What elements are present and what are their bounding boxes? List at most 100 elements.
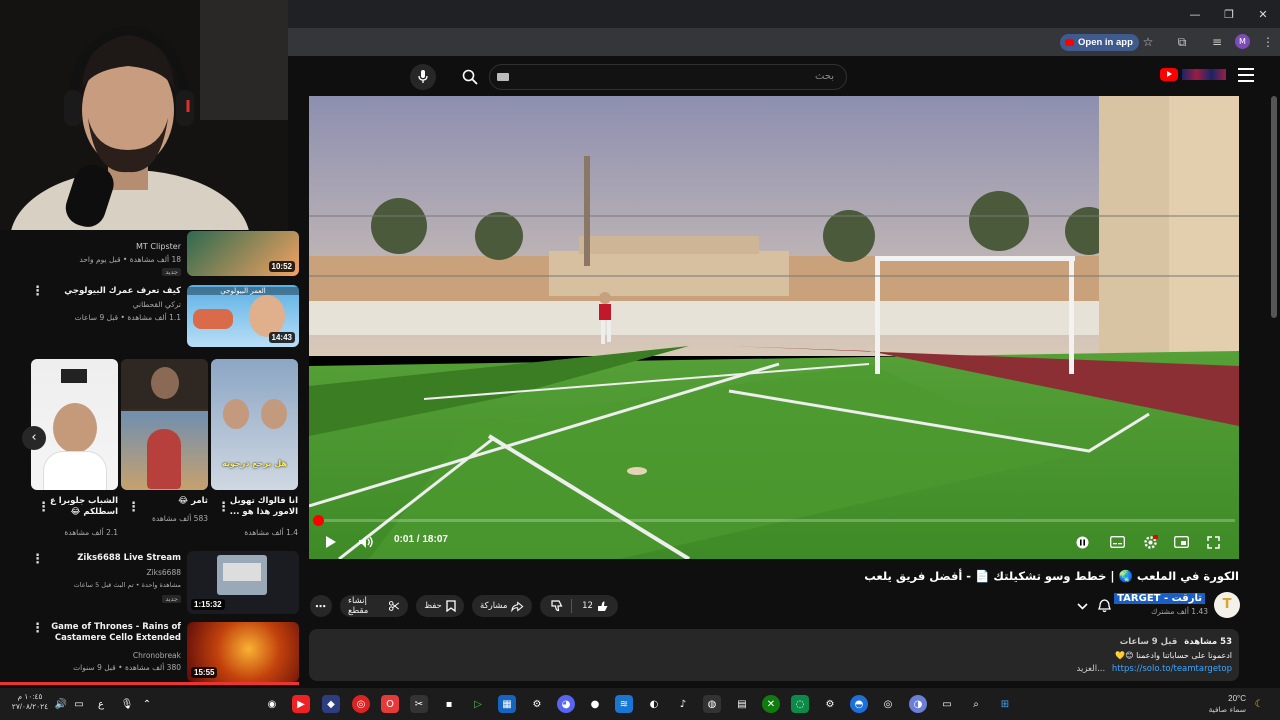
progress-bar[interactable]: [313, 519, 1235, 522]
thumbs-up-icon: [597, 601, 608, 611]
subscription-dropdown[interactable]: [1072, 595, 1092, 617]
video-title[interactable]: Ziks6688 Live Stream: [77, 553, 181, 564]
channel-name[interactable]: تارقت - TARGET: [1114, 593, 1205, 604]
play-button[interactable]: [321, 532, 341, 552]
short-thumbnail[interactable]: هل يرجع درجونه: [211, 359, 298, 490]
app-store-icon[interactable]: ◑: [909, 695, 927, 713]
more-actions-icon[interactable]: ⋮: [37, 500, 50, 515]
watch-progress-bar: [0, 682, 299, 685]
video-thumbnail[interactable]: 15:55: [187, 622, 299, 682]
show-more-link[interactable]: ...العزيد: [1077, 664, 1106, 674]
voice-search-button[interactable]: [410, 64, 436, 90]
network-icon[interactable]: ▭: [70, 695, 88, 713]
video-channel[interactable]: MT Clipster: [136, 241, 181, 252]
notifications-button[interactable]: [1092, 595, 1116, 617]
captions-button[interactable]: [1108, 532, 1126, 552]
whatsapp-icon[interactable]: ◌: [791, 695, 809, 713]
obs-icon[interactable]: ◉: [263, 695, 281, 713]
system-settings-icon[interactable]: ⚙: [821, 695, 839, 713]
calculator-icon[interactable]: ▤: [733, 695, 751, 713]
app-icon-dark[interactable]: ▪: [440, 695, 458, 713]
share-button[interactable]: مشاركة: [472, 595, 532, 617]
short-title[interactable]: ثامر 😂: [136, 496, 208, 507]
taskbar-search-icon[interactable]: ⌕: [967, 695, 985, 713]
search-input[interactable]: بحث: [489, 64, 847, 90]
search-button[interactable]: [452, 64, 488, 90]
open-in-app-button[interactable]: Open in app: [1060, 34, 1139, 51]
autoplay-toggle[interactable]: [1074, 532, 1090, 552]
close-icon[interactable]: ✕: [1246, 0, 1280, 28]
chrome-menu-icon[interactable]: ⋮: [1260, 34, 1276, 50]
fullscreen-button[interactable]: [1204, 532, 1222, 552]
dislike-button[interactable]: [543, 599, 573, 613]
weather-temperature[interactable]: 20°C: [1228, 694, 1246, 703]
more-actions-icon[interactable]: ⋮: [127, 500, 140, 515]
volume-button[interactable]: [355, 532, 377, 552]
video-channel[interactable]: تركي القحطاني: [133, 299, 181, 310]
windows-start-icon[interactable]: ⊞: [996, 695, 1014, 713]
more-actions-icon[interactable]: ⋮: [31, 552, 44, 567]
progress-scrubber[interactable]: [312, 515, 324, 526]
xbox-icon[interactable]: ✕: [762, 695, 780, 713]
language-indicator[interactable]: ع: [92, 695, 110, 713]
discord-icon[interactable]: ◕: [557, 695, 575, 713]
subscriber-count: 1.43 ألف مشترك: [1151, 607, 1208, 616]
profile-avatar[interactable]: M: [1235, 34, 1250, 49]
record-app-icon[interactable]: ◎: [352, 695, 370, 713]
more-actions-icon[interactable]: ⋮: [217, 500, 230, 515]
miniplayer-button[interactable]: [1172, 532, 1190, 552]
video-channel[interactable]: Ziks6688: [146, 567, 181, 578]
shorts-previous-button[interactable]: ‹: [22, 426, 46, 450]
taskbar-clock[interactable]: ١٠:٤٥ م ٢٧/٠٨/٢٠٢٤: [8, 692, 52, 712]
save-button[interactable]: حفظ: [416, 595, 464, 617]
maximize-icon[interactable]: ❐: [1212, 0, 1246, 28]
davinci-icon[interactable]: ◆: [322, 695, 340, 713]
short-thumbnail[interactable]: [121, 359, 208, 490]
page-scrollbar[interactable]: [1271, 96, 1277, 318]
browser-icon[interactable]: ◎: [879, 695, 897, 713]
clip-button[interactable]: إنشاء مقطع: [340, 595, 408, 617]
taskbar: [0, 688, 1280, 720]
github-icon[interactable]: ●: [586, 695, 604, 713]
youtube-app-icon[interactable]: ▶: [292, 695, 310, 713]
short-title[interactable]: انا فالواك تهوبل الامور هذا هو ...: [226, 496, 298, 518]
more-actions-icon[interactable]: ⋮: [31, 621, 44, 636]
short-views: 1.4 ألف مشاهدة: [244, 528, 298, 537]
steam-icon[interactable]: ◐: [645, 695, 663, 713]
tiktok-icon[interactable]: ♪: [674, 695, 692, 713]
video-thumbnail[interactable]: 10:52: [187, 231, 299, 276]
settings-button[interactable]: [1140, 532, 1160, 552]
more-actions-icon[interactable]: ⋮: [31, 284, 44, 299]
video-thumbnail[interactable]: 1:15:32: [187, 551, 299, 614]
reading-list-icon[interactable]: ≡: [1209, 34, 1225, 50]
opera-icon[interactable]: O: [381, 695, 399, 713]
description-link[interactable]: https://solo.to/teamtargetop: [1112, 664, 1232, 674]
editor-icon[interactable]: ≋: [615, 695, 633, 713]
microphone-tray-icon[interactable]: 🎙: [118, 695, 136, 713]
speaker-icon[interactable]: 🔊: [52, 695, 70, 713]
video-thumbnail[interactable]: العمر البيولوجي 14:43: [187, 285, 299, 347]
like-button[interactable]: 12: [576, 600, 615, 612]
bookmark-star-icon[interactable]: ☆: [1140, 34, 1156, 50]
minimize-icon[interactable]: —: [1178, 0, 1212, 28]
chrome-icon[interactable]: ◍: [703, 695, 721, 713]
photos-icon[interactable]: ▦: [498, 695, 516, 713]
video-title[interactable]: كيف تعرف عمرك البيولوجي: [31, 286, 181, 297]
settings-gear-icon[interactable]: ⚙: [528, 695, 546, 713]
hamburger-menu-icon[interactable]: [1238, 68, 1254, 82]
extensions-icon[interactable]: ⧉: [1174, 34, 1190, 50]
more-actions-button[interactable]: ⋯: [310, 595, 332, 617]
channel-avatar[interactable]: T: [1214, 592, 1240, 618]
video-player[interactable]: [309, 96, 1239, 559]
play-store-icon[interactable]: ▷: [469, 695, 487, 713]
tray-expand-icon[interactable]: ⌃: [138, 695, 156, 713]
clock-time: ١٠:٤٥ م: [17, 692, 43, 701]
task-view-icon[interactable]: ▭: [938, 695, 956, 713]
short-views: 2.1 ألف مشاهدة: [64, 528, 118, 537]
youtube-logo[interactable]: [1160, 68, 1178, 81]
video-channel[interactable]: Chronobreak: [133, 650, 181, 661]
short-thumbnail[interactable]: [31, 359, 118, 490]
video-title[interactable]: Game of Thrones - Rains of Castamere Cel…: [49, 622, 181, 644]
capcut-icon[interactable]: ✂: [410, 695, 428, 713]
edge-icon[interactable]: ◓: [850, 695, 868, 713]
